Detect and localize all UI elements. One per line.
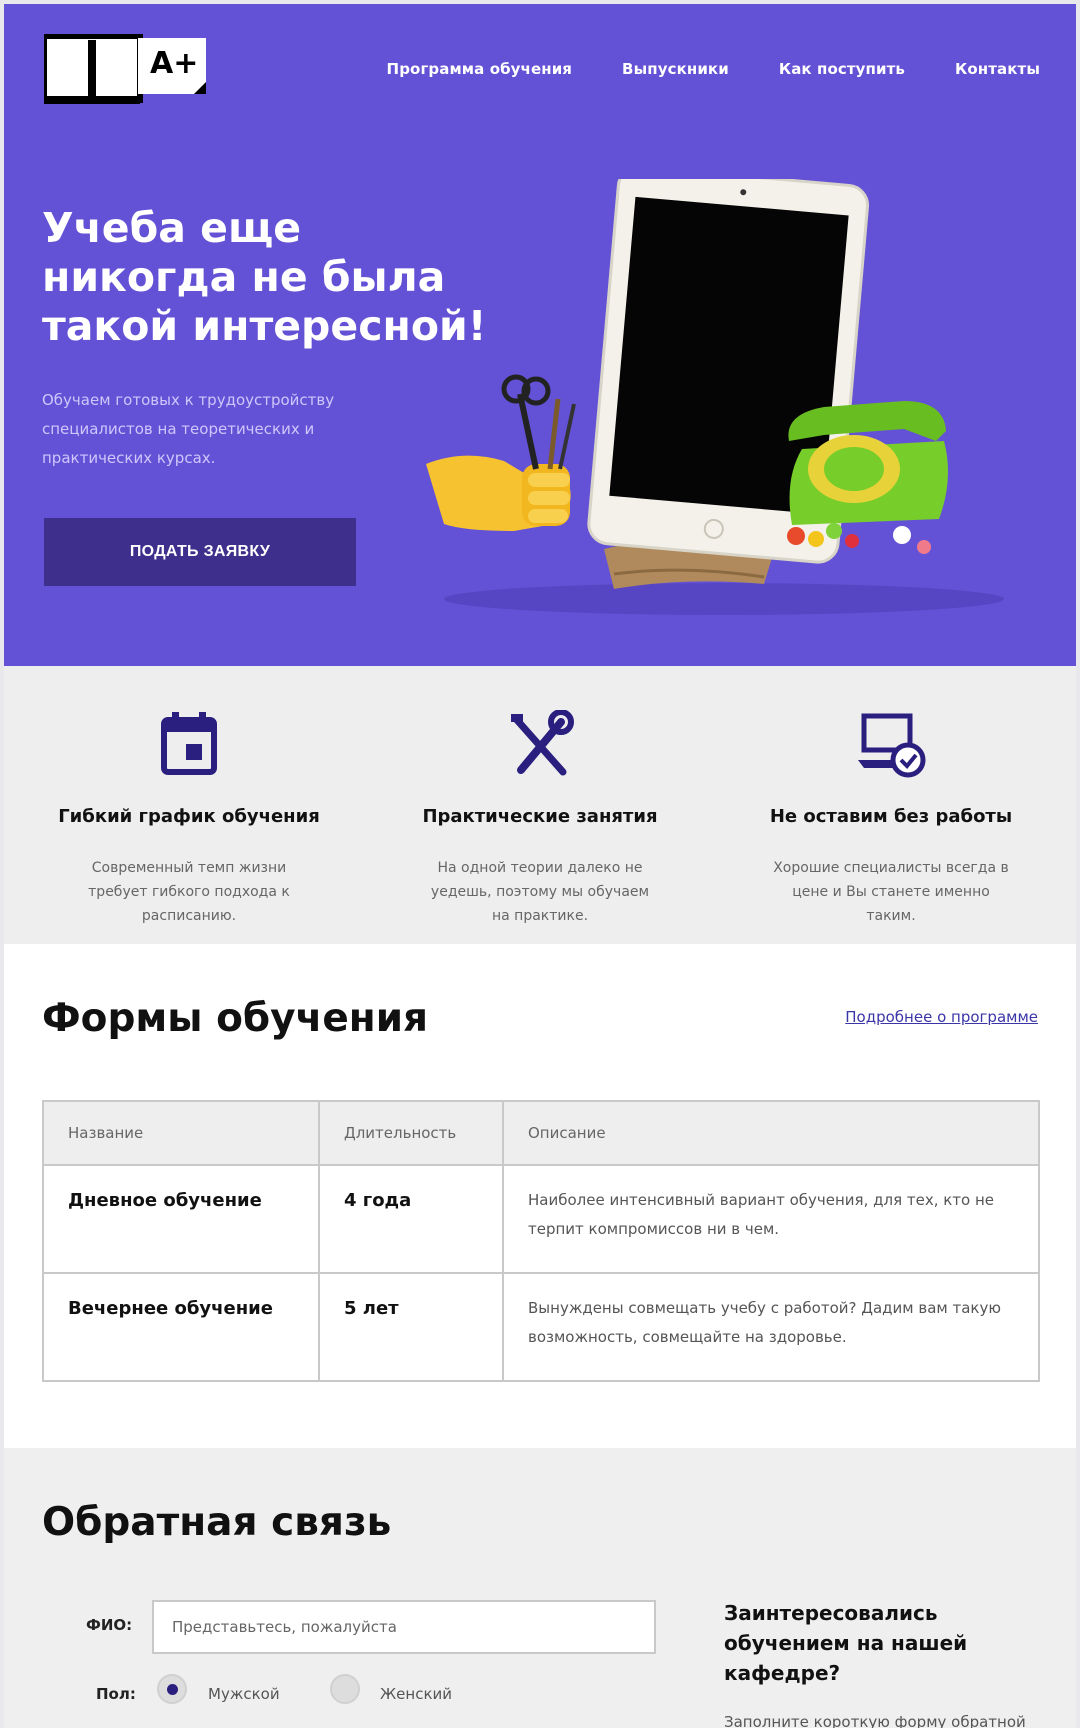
feature-title: Гибкий график обучения xyxy=(58,806,320,827)
feature-text: Хорошие специалисты всегда в цене и Вы с… xyxy=(773,860,1009,924)
cell-name: Вечернее обучение xyxy=(42,1272,320,1382)
feedback-side-text: Заполните короткую форму обратной xyxy=(724,1713,1026,1728)
nav-admission[interactable]: Как поступить xyxy=(779,60,905,78)
column-header-duration: Длительность xyxy=(318,1100,504,1166)
cell-name: Дневное обучение xyxy=(42,1164,320,1274)
book-logo-icon xyxy=(41,33,206,104)
logo[interactable]: A+ xyxy=(41,33,226,114)
gender-label: Пол: xyxy=(96,1685,136,1703)
gender-option-male[interactable]: Мужской xyxy=(208,1685,280,1703)
table-header-row: Название Длительность Описание xyxy=(42,1100,1040,1166)
features-section: Гибкий график обучения Современный темп … xyxy=(4,666,1076,944)
table-row: Дневное обучение 4 года Наиболее интенси… xyxy=(42,1164,1040,1274)
feedback-side-title: Заинтересовались обучением на нашей кафе… xyxy=(724,1601,968,1685)
column-header-description: Описание xyxy=(502,1100,1040,1166)
feedback-section: Обратная связь ФИО: Пол: Мужской Женский… xyxy=(4,1448,1076,1728)
page: A+ Программа обучения Выпускники Как пос… xyxy=(4,4,1076,1728)
nav-contacts[interactable]: Контакты xyxy=(955,60,1040,78)
section-title: Обратная связь xyxy=(42,1500,392,1545)
gender-radio-female[interactable] xyxy=(330,1674,360,1704)
hero-subtitle: Обучаем готовых к трудоустройству специа… xyxy=(42,391,335,467)
radio-selected-dot xyxy=(167,1684,178,1695)
feature-title: Не оставим без работы xyxy=(769,806,1013,827)
more-about-program-link[interactable]: Подробнее о программе xyxy=(845,1008,1038,1026)
study-forms-table: Название Длительность Описание Дневное о… xyxy=(42,1100,1040,1382)
column-header-name: Название xyxy=(42,1100,320,1166)
nav-program[interactable]: Программа обучения xyxy=(387,60,573,78)
hero-illustration xyxy=(426,179,1004,615)
section-title: Формы обучения xyxy=(42,996,429,1041)
feature-flexible: Гибкий график обучения Современный темп … xyxy=(24,666,354,944)
nav-graduates[interactable]: Выпускники xyxy=(622,60,729,78)
feature-text: Современный темп жизни требует гибкого п… xyxy=(88,860,290,924)
cell-description: Наиболее интенсивный вариант обучения, д… xyxy=(502,1164,1040,1274)
tools-icon xyxy=(511,710,574,776)
table-row: Вечернее обучение 5 лет Вынуждены совмещ… xyxy=(42,1272,1040,1382)
cell-description: Вынуждены совмещать учебу с работой? Дад… xyxy=(502,1272,1040,1382)
logo-text: A+ xyxy=(150,46,199,81)
top-nav: Программа обучения Выпускники Как поступ… xyxy=(387,60,1040,78)
apply-button[interactable]: ПОДАТЬ ЗАЯВКУ xyxy=(44,518,356,586)
fio-label: ФИО: xyxy=(86,1616,133,1634)
feature-employment: Не оставим без работы Хорошие специалист… xyxy=(726,666,1056,944)
fio-input[interactable] xyxy=(152,1600,656,1654)
hero-section: A+ Программа обучения Выпускники Как пос… xyxy=(4,4,1076,666)
feature-text: На одной теории далеко не уедешь, поэтом… xyxy=(430,860,650,924)
calendar-icon xyxy=(161,712,217,775)
gender-radio-male[interactable] xyxy=(157,1674,187,1704)
cell-duration: 4 года xyxy=(318,1164,504,1274)
feature-title: Практические занятия xyxy=(422,806,658,827)
study-forms-section: Формы обучения Подробнее о программе Наз… xyxy=(4,944,1076,1448)
feature-practice: Практические занятия На одной теории дал… xyxy=(375,666,705,944)
cell-duration: 5 лет xyxy=(318,1272,504,1382)
laptop-check-icon xyxy=(858,713,926,778)
gender-option-female[interactable]: Женский xyxy=(380,1685,452,1703)
